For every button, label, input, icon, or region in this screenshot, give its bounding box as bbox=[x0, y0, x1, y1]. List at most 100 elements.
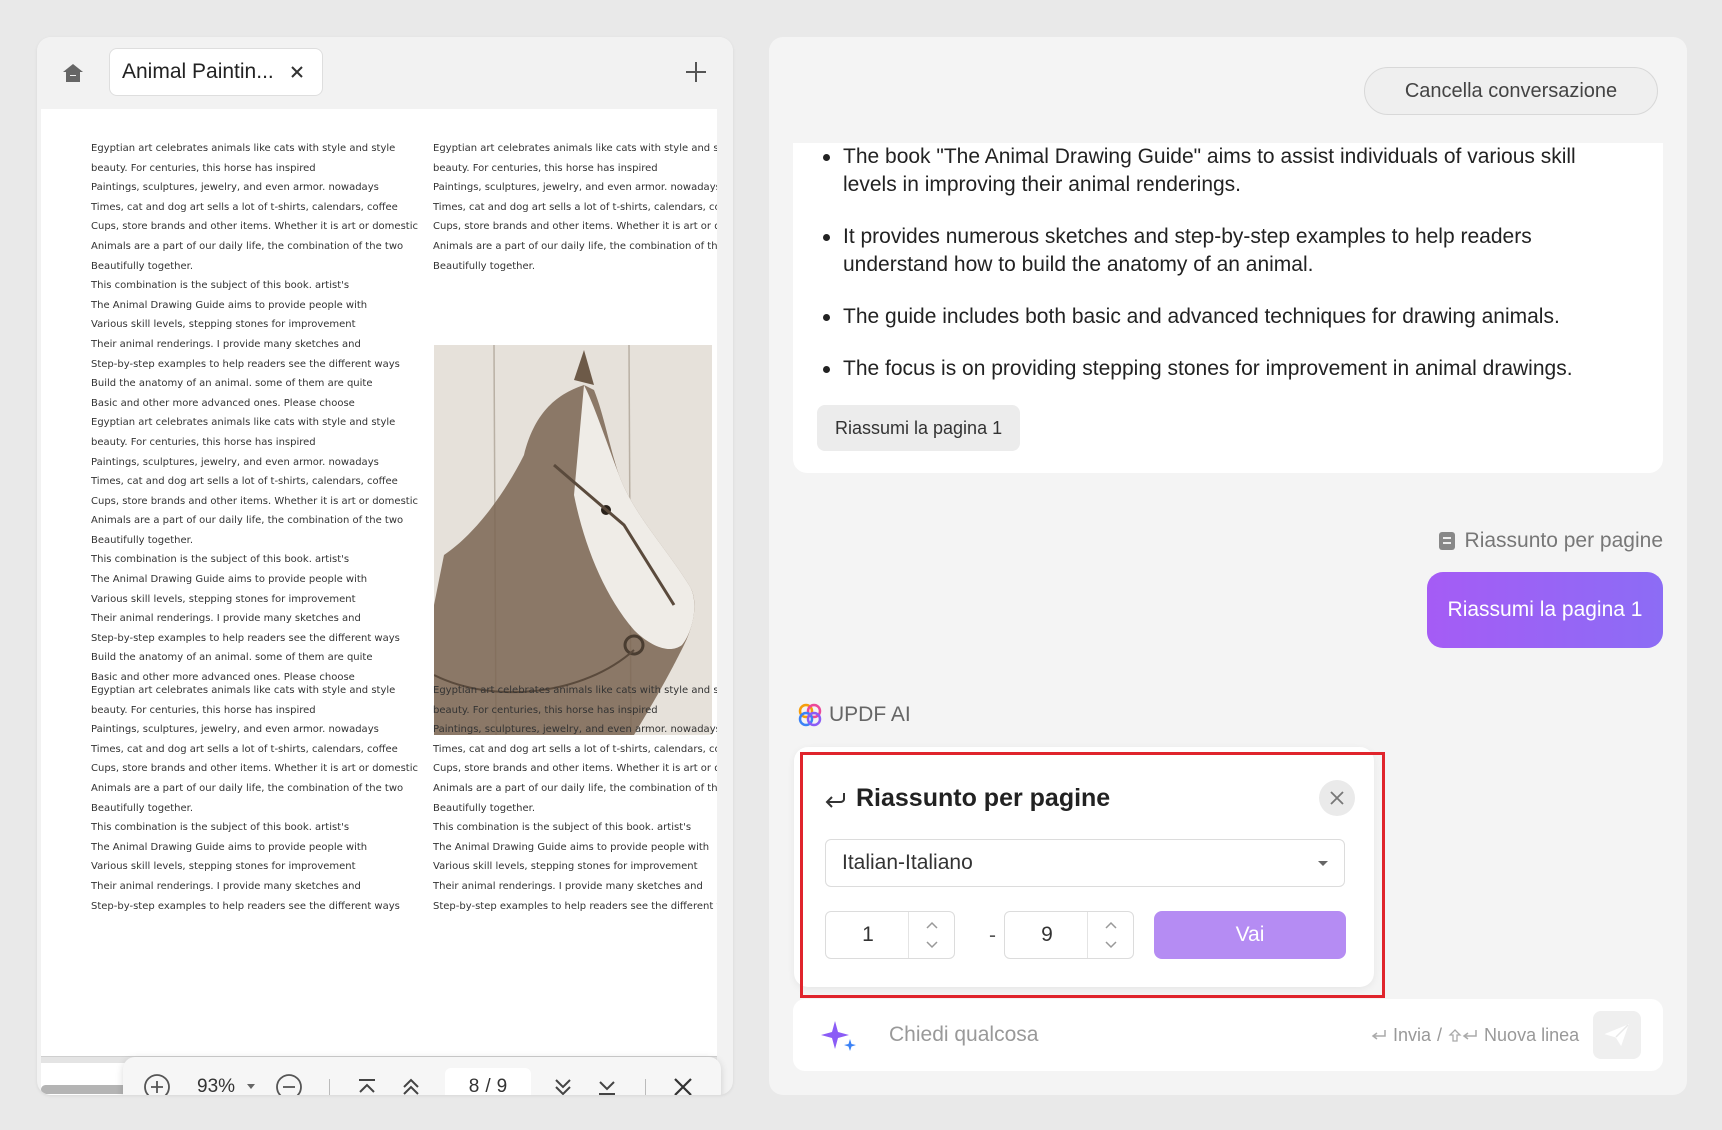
pdf-text-line: Various skill levels, stepping stones fo… bbox=[91, 861, 356, 873]
hint-separator: / bbox=[1437, 1025, 1443, 1045]
pdf-text-line: Egyptian art celebrates animals like cat… bbox=[91, 417, 396, 429]
pdf-text-line: The Animal Drawing Guide aims to provide… bbox=[91, 841, 368, 853]
pdf-text-line: This combination is the subject of this … bbox=[91, 554, 350, 566]
pdf-text-line: Animals are a part of our daily life, th… bbox=[91, 515, 404, 527]
pdf-text-line: Times, cat and dog art sells a lot of t-… bbox=[433, 201, 717, 213]
document-icon bbox=[1438, 532, 1455, 550]
sparkle-icon bbox=[821, 1021, 856, 1051]
last-page-button[interactable] bbox=[591, 1071, 623, 1095]
pdf-text-line: Cups, store brands and other items. Whet… bbox=[433, 221, 717, 233]
newline-hint: Nuova linea bbox=[1484, 1025, 1580, 1045]
pdf-text-line: Paintings, sculptures, jewelry, and even… bbox=[91, 456, 379, 468]
pdf-text-line: Beautifully together. bbox=[91, 260, 194, 272]
page-toolbar: 93% 8 / 9 bbox=[123, 1057, 721, 1095]
enter-key-icon bbox=[1371, 1029, 1386, 1040]
zoom-level[interactable]: 93% bbox=[197, 1076, 235, 1095]
chat-input-placeholder[interactable]: Chiedi qualcosa bbox=[889, 1023, 1038, 1047]
pdf-text-line: Animals are a part of our daily life, th… bbox=[433, 240, 717, 252]
plus-icon bbox=[686, 62, 706, 82]
pdf-viewer-panel: Animal Paintin... Egyptian art celebrate… bbox=[37, 37, 733, 1095]
pdf-text-line: Paintings, sculptures, jewelry, and even… bbox=[91, 724, 379, 736]
pdf-text-line: beauty. For centuries, this horse has in… bbox=[91, 704, 316, 716]
summary-chip[interactable]: Riassumi la pagina 1 bbox=[817, 405, 1021, 451]
chat-input-bar[interactable]: Chiedi qualcosa Invia / Nuova linea bbox=[793, 999, 1663, 1071]
toolbar-divider bbox=[645, 1079, 646, 1095]
send-button[interactable] bbox=[1593, 1011, 1641, 1059]
text-column-left-lower: Egyptian art celebrates animals like cat… bbox=[91, 681, 418, 916]
pdf-text-line: Paintings, sculptures, jewelry, and even… bbox=[433, 182, 717, 194]
home-button[interactable] bbox=[57, 57, 89, 89]
ai-name: UPDF AI bbox=[829, 703, 911, 726]
pdf-text-line: Cups, store brands and other items. Whet… bbox=[91, 763, 418, 775]
document-canvas[interactable]: Egyptian art celebrates animals like cat… bbox=[41, 109, 717, 1095]
close-tab-button[interactable] bbox=[288, 63, 306, 81]
pdf-text-line: Their animal renderings. I provide many … bbox=[91, 338, 361, 350]
pdf-text-line: beauty. For centuries, this horse has in… bbox=[433, 704, 658, 716]
document-tab[interactable]: Animal Paintin... bbox=[109, 48, 323, 96]
close-toolbar-button[interactable] bbox=[667, 1071, 699, 1095]
pdf-text-line: Animals are a part of our daily life, th… bbox=[433, 782, 717, 794]
tab-bar: Animal Paintin... bbox=[37, 37, 733, 109]
add-tab-button[interactable] bbox=[683, 59, 709, 85]
pdf-text-line: Egyptian art celebrates animals like cat… bbox=[91, 143, 396, 154]
pdf-text-line: Animals are a part of our daily life, th… bbox=[91, 240, 404, 252]
answer-bullet: The guide includes both basic and advanc… bbox=[821, 303, 1631, 331]
answer-bullet: The focus is on providing stepping stone… bbox=[821, 355, 1631, 383]
text-column-left: Egyptian art celebrates animals like cat… bbox=[91, 139, 418, 688]
total-pages: 9 bbox=[496, 1076, 508, 1095]
pdf-text-line: Various skill levels, stepping stones fo… bbox=[91, 593, 356, 605]
pdf-text-line: Cups, store brands and other items. Whet… bbox=[91, 221, 418, 233]
send-icon bbox=[1604, 1024, 1629, 1047]
pdf-text-line: This combination is the subject of this … bbox=[91, 822, 350, 834]
tab-title: Animal Paintin... bbox=[122, 60, 274, 83]
pdf-text-line: Beautifully together. bbox=[91, 534, 194, 546]
pdf-text-line: Their animal renderings. I provide many … bbox=[91, 880, 361, 892]
pdf-page: Egyptian art celebrates animals like cat… bbox=[41, 109, 717, 1057]
close-icon bbox=[291, 66, 303, 78]
current-page: 8 bbox=[468, 1076, 480, 1095]
pdf-text-line: Times, cat and dog art sells a lot of t-… bbox=[91, 201, 398, 213]
pdf-text-line: Build the anatomy of an animal. some of … bbox=[91, 652, 373, 664]
zoom-out-button[interactable] bbox=[273, 1071, 305, 1095]
pdf-text-line: beauty. For centuries, this horse has in… bbox=[91, 436, 316, 448]
pdf-text-line: Cups, store brands and other items. Whet… bbox=[433, 763, 717, 775]
first-page-button[interactable] bbox=[351, 1071, 383, 1095]
pdf-text-line: Cups, store brands and other items. Whet… bbox=[91, 495, 418, 507]
toolbar-divider bbox=[329, 1079, 330, 1095]
ai-answer-card: The book "The Animal Drawing Guide" aims… bbox=[793, 143, 1663, 473]
zoom-dropdown-caret[interactable] bbox=[247, 1084, 255, 1089]
pdf-text-line: The Animal Drawing Guide aims to provide… bbox=[91, 299, 368, 311]
answer-bullet: It provides numerous sketches and step-b… bbox=[821, 223, 1631, 279]
pdf-text-line: This combination is the subject of this … bbox=[433, 822, 692, 834]
pdf-text-line: Beautifully together. bbox=[433, 802, 536, 814]
page-separator: / bbox=[485, 1076, 491, 1095]
pdf-text-line: Step-by-step examples to help readers se… bbox=[433, 900, 717, 912]
pdf-text-line: Beautifully together. bbox=[433, 260, 536, 272]
text-column-right-lower: Egyptian art celebrates animals like cat… bbox=[433, 681, 717, 916]
pdf-text-line: beauty. For centuries, this horse has in… bbox=[91, 162, 316, 174]
clear-conversation-button[interactable]: Cancella conversazione bbox=[1364, 67, 1658, 115]
ai-chat-panel: Cancella conversazione The book "The Ani… bbox=[769, 37, 1687, 1095]
send-hint: Invia bbox=[1393, 1025, 1432, 1045]
home-icon bbox=[63, 64, 83, 82]
pdf-text-line: Step-by-step examples to help readers se… bbox=[91, 900, 400, 912]
pdf-text-line: Build the anatomy of an animal. some of … bbox=[91, 378, 373, 390]
pdf-text-line: The Animal Drawing Guide aims to provide… bbox=[91, 574, 368, 586]
next-page-icon bbox=[555, 1079, 571, 1095]
pdf-text-line: Times, cat and dog art sells a lot of t-… bbox=[91, 476, 398, 488]
page-indicator[interactable]: 8 / 9 bbox=[445, 1068, 531, 1095]
user-message-bubble: Riassumi la pagina 1 bbox=[1427, 572, 1663, 648]
pdf-text-line: Times, cat and dog art sells a lot of t-… bbox=[433, 743, 717, 755]
pdf-text-line: Step-by-step examples to help readers se… bbox=[91, 358, 400, 370]
zoom-in-button[interactable] bbox=[141, 1071, 173, 1095]
pdf-text-line: The Animal Drawing Guide aims to provide… bbox=[433, 841, 710, 853]
pdf-text-line: Egyptian art celebrates animals like cat… bbox=[433, 685, 717, 696]
answer-list: The book "The Animal Drawing Guide" aims… bbox=[821, 143, 1631, 407]
user-prompt-label-text: Riassunto per pagine bbox=[1464, 529, 1663, 552]
pdf-text-line: beauty. For centuries, this horse has in… bbox=[433, 162, 658, 174]
close-icon bbox=[674, 1078, 692, 1095]
previous-page-button[interactable] bbox=[395, 1071, 427, 1095]
next-page-button[interactable] bbox=[547, 1071, 579, 1095]
pdf-text-line: Basic and other more advanced ones. Plea… bbox=[91, 397, 355, 409]
pdf-text-line: This combination is the subject of this … bbox=[91, 280, 350, 292]
